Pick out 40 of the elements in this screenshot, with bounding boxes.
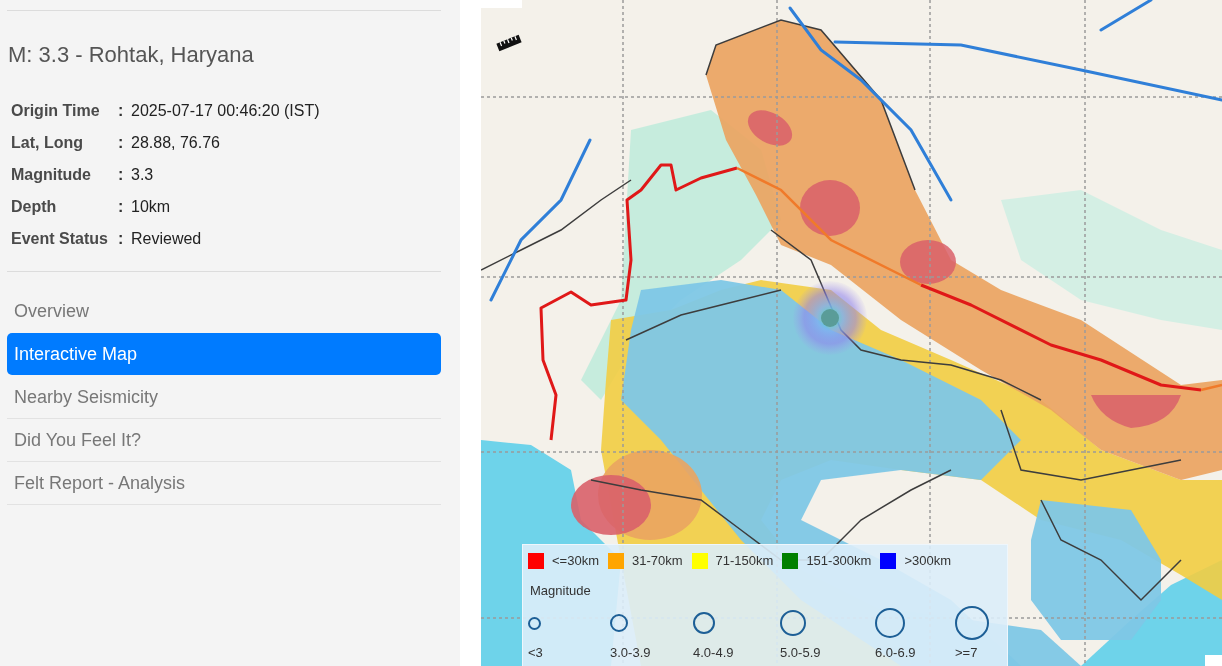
detail-separator: : — [118, 229, 124, 249]
nav-item[interactable]: Felt Report - Analysis — [7, 462, 441, 504]
magnitude-circle-icon — [693, 612, 715, 634]
magnitude-range-label: >=7 — [955, 645, 978, 660]
magnitude-range-label: <3 — [528, 645, 543, 660]
nav-item[interactable]: Interactive Map — [7, 333, 441, 375]
depth-range-label: 31-70km — [632, 553, 683, 569]
detail-separator: : — [118, 101, 124, 121]
nav-item[interactable]: Did You Feel It? — [7, 419, 441, 461]
magnitude-circle-icon — [955, 606, 989, 640]
magnitude-range-label: 6.0-6.9 — [875, 645, 916, 660]
nav-item[interactable]: Overview — [7, 290, 441, 332]
nav-item[interactable]: Nearby Seismicity — [7, 376, 441, 418]
detail-label: Lat, Long — [11, 133, 83, 153]
magnitude-circle-icon — [875, 608, 905, 638]
detail-label: Event Status — [11, 229, 108, 249]
detail-value: 28.88, 76.76 — [131, 133, 220, 153]
detail-value: 10km — [131, 197, 171, 217]
detail-separator: : — [118, 165, 124, 185]
magnitude-circle-icon — [528, 616, 541, 630]
magnitude-range-label: 3.0-3.9 — [610, 645, 651, 660]
detail-label: Depth — [11, 197, 57, 217]
magnitude-legend-title: Magnitude — [530, 583, 591, 599]
detail-label: Magnitude — [11, 165, 91, 185]
detail-value: Reviewed — [131, 229, 202, 249]
detail-separator: : — [118, 197, 124, 217]
detail-value: 3.3 — [131, 165, 154, 185]
epicenter-marker-icon[interactable] — [793, 281, 867, 355]
magnitude-range-label: 4.0-4.9 — [693, 645, 734, 660]
detail-label: Origin Time — [11, 101, 100, 121]
magnitude-circle-icon — [780, 610, 806, 636]
depth-range-label: <=30km — [552, 553, 599, 569]
depth-range-label: >300km — [904, 553, 952, 569]
depth-range-label: 151-300km — [806, 553, 872, 569]
detail-separator: : — [118, 133, 124, 153]
magnitude-circle-icon — [610, 614, 628, 632]
magnitude-range-label: 5.0-5.9 — [780, 645, 821, 660]
detail-value: 2025-07-17 00:46:20 (IST) — [131, 101, 320, 121]
event-title: M: 3.3 - Rohtak, Haryana — [8, 41, 254, 69]
depth-range-label: 71-150km — [715, 553, 774, 569]
